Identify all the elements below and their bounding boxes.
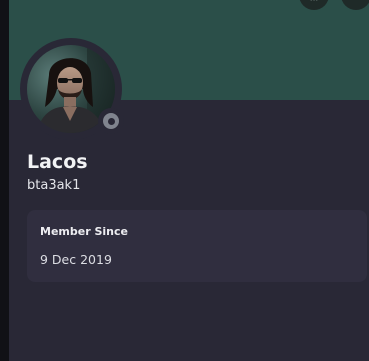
display-name: Lacos xyxy=(27,151,88,173)
member-since-card: Member Since 9 Dec 2019 xyxy=(27,210,367,282)
member-since-date: 9 Dec 2019 xyxy=(40,252,112,267)
badge-button[interactable]: ··· xyxy=(299,0,329,10)
server-sidebar-edge xyxy=(0,0,9,361)
more-options-button[interactable] xyxy=(341,0,369,10)
status-indicator xyxy=(98,108,124,134)
username: bta3ak1 xyxy=(27,178,81,193)
avatar-container[interactable] xyxy=(20,38,124,140)
offline-status-icon xyxy=(103,113,119,129)
badge-icon: ··· xyxy=(309,0,319,6)
member-since-title: Member Since xyxy=(40,225,128,238)
user-profile-popout: ··· Lacos bta3ak1 Member Since 9 Dec 201… xyxy=(9,0,369,361)
